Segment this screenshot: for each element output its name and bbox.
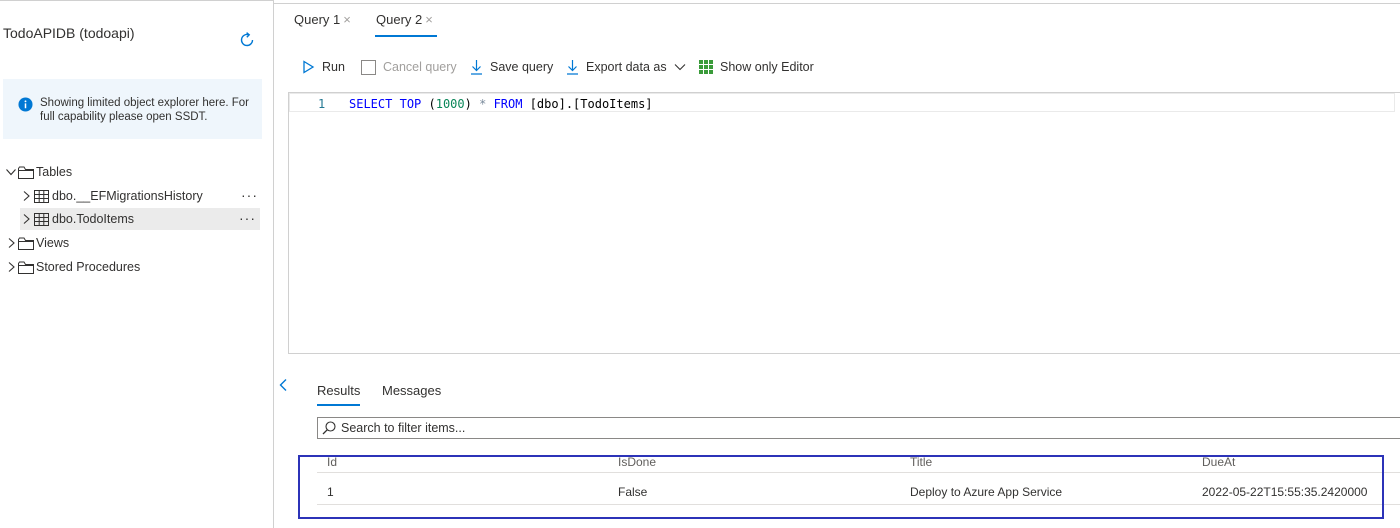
folder-icon xyxy=(18,261,34,274)
chevron-left-icon[interactable] xyxy=(278,378,288,392)
filter-input[interactable]: Search to filter items... xyxy=(317,417,1400,439)
chevron-right-icon xyxy=(8,262,15,272)
cancel-query-button[interactable]: Cancel query xyxy=(361,58,457,76)
table-icon xyxy=(34,212,49,226)
line-number: 1 xyxy=(318,97,326,111)
info-text: Showing limited object explorer here. Fo… xyxy=(40,97,250,123)
query-editor[interactable]: 1 SELECT TOP (1000) * FROM [dbo].[TodoIt… xyxy=(288,92,1400,354)
chevron-right-icon xyxy=(8,238,15,248)
download-icon xyxy=(471,60,482,75)
sql-operator: * xyxy=(479,97,487,111)
tab-query-1[interactable]: Query 1 × xyxy=(294,12,351,27)
tree-node-stored-procedures[interactable]: Stored Procedures xyxy=(5,256,265,278)
active-tab-indicator xyxy=(375,35,437,37)
sql-text: ) xyxy=(464,97,480,111)
sql-code[interactable]: SELECT TOP (1000) * FROM [dbo].[TodoItem… xyxy=(349,97,653,111)
info-banner: Showing limited object explorer here. Fo… xyxy=(3,79,262,139)
sql-keyword: TOP xyxy=(399,97,422,111)
sql-text: [dbo].[TodoItems] xyxy=(522,97,653,111)
filter-placeholder: Search to filter items... xyxy=(341,421,466,435)
database-title: TodoAPIDB (todoapi) xyxy=(3,25,135,41)
close-icon[interactable]: × xyxy=(343,12,351,27)
tab-messages[interactable]: Messages xyxy=(382,383,441,398)
export-data-button[interactable]: Export data as xyxy=(566,58,686,76)
chevron-right-icon xyxy=(23,214,30,224)
download-icon xyxy=(567,60,578,75)
table-icon xyxy=(34,189,49,203)
chevron-right-icon xyxy=(23,191,30,201)
object-explorer: TodoAPIDB (todoapi) Showing limited obje… xyxy=(0,0,274,528)
grid-icon xyxy=(699,60,713,74)
tree-node-label: dbo.TodoItems xyxy=(52,212,134,226)
highlight-box xyxy=(298,455,1384,519)
chevron-down-icon xyxy=(6,169,16,176)
tab-label: Query 1 xyxy=(294,12,341,27)
folder-icon xyxy=(18,166,34,179)
checkbox-icon xyxy=(361,59,376,75)
tree-node-label: Stored Procedures xyxy=(36,260,141,274)
tree-node-label: Tables xyxy=(36,165,73,179)
tree-node-views[interactable]: Views xyxy=(5,232,265,254)
sql-keyword: FROM xyxy=(493,97,523,111)
tab-query-2[interactable]: Query 2 × xyxy=(376,12,433,27)
tree-node-label: Views xyxy=(36,236,70,250)
tree-node-table[interactable]: dbo.__EFMigrationsHistory ··· xyxy=(20,185,262,207)
refresh-icon[interactable] xyxy=(238,31,256,49)
tree-node-table[interactable]: dbo.TodoItems ··· xyxy=(20,208,260,230)
info-icon xyxy=(18,97,33,112)
editor-current-line: 1 SELECT TOP (1000) * FROM [dbo].[TodoIt… xyxy=(289,93,1395,112)
run-button[interactable]: Run xyxy=(302,58,345,76)
save-query-button[interactable]: Save query xyxy=(470,58,553,76)
close-icon[interactable]: × xyxy=(425,12,433,27)
more-options-icon[interactable]: ··· xyxy=(239,210,256,226)
tab-results[interactable]: Results xyxy=(317,383,360,398)
sql-text: ( xyxy=(421,97,436,111)
tree-node-tables[interactable]: Tables xyxy=(5,161,265,183)
run-label: Run xyxy=(322,60,345,74)
tab-label: Query 2 xyxy=(376,12,423,27)
more-options-icon[interactable]: ··· xyxy=(241,187,258,203)
sql-number: 1000 xyxy=(435,97,465,111)
play-icon xyxy=(303,60,315,74)
top-divider xyxy=(274,3,1400,4)
folder-icon xyxy=(18,237,34,250)
active-results-tab-indicator xyxy=(317,404,360,406)
sql-keyword: SELECT xyxy=(349,97,393,111)
save-label: Save query xyxy=(490,60,554,74)
show-only-editor-button[interactable]: Show only Editor xyxy=(699,58,814,76)
search-icon xyxy=(322,421,336,435)
chevron-down-icon xyxy=(674,64,685,71)
export-label: Export data as xyxy=(586,60,667,74)
tree-node-label: dbo.__EFMigrationsHistory xyxy=(52,189,203,203)
cancel-label: Cancel query xyxy=(383,60,457,74)
show-editor-label: Show only Editor xyxy=(720,60,814,74)
